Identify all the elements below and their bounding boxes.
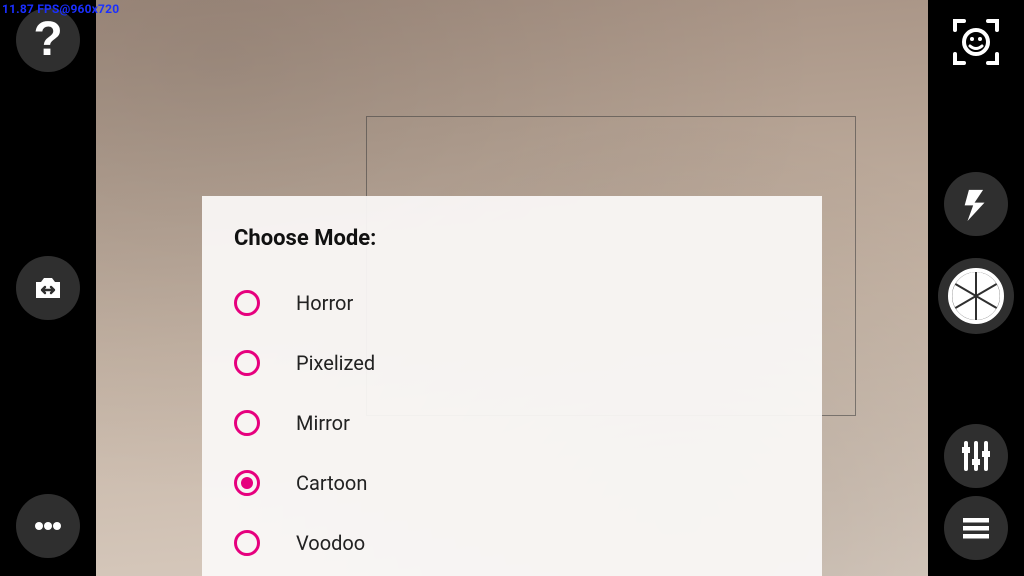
menu-icon: [958, 510, 994, 546]
sheet-title: Choose Mode:: [234, 226, 790, 251]
svg-text:?: ?: [33, 16, 62, 64]
mode-option-label: Pixelized: [296, 351, 375, 375]
mode-option[interactable]: Pixelized: [234, 333, 790, 393]
radio-icon: [234, 530, 260, 556]
debug-fps-text: 11.87 FPS@960x720: [2, 2, 119, 16]
face-detect-button[interactable]: [944, 10, 1008, 74]
switch-camera-icon: [28, 268, 68, 308]
help-button[interactable]: ?: [16, 8, 80, 72]
radio-icon: [234, 350, 260, 376]
sliders-icon: [957, 437, 995, 475]
mode-list: Horror Pixelized Mirror Cartoon Voodoo: [234, 273, 790, 573]
sliders-button[interactable]: [944, 424, 1008, 488]
radio-icon: [234, 470, 260, 496]
mode-option[interactable]: Horror: [234, 273, 790, 333]
face-detect-icon: [948, 14, 1004, 70]
mode-sheet: Choose Mode: Horror Pixelized Mirror Cartoo…: [202, 196, 822, 576]
switch-camera-button[interactable]: [16, 256, 80, 320]
mode-option[interactable]: Cartoon: [234, 453, 790, 513]
sidebar-left: ?: [0, 0, 96, 576]
mode-option[interactable]: Voodoo: [234, 513, 790, 573]
app-root: 11.87 FPS@960x720 ?: [0, 0, 1024, 576]
shutter-button[interactable]: [938, 258, 1014, 334]
mode-option-label: Cartoon: [296, 471, 367, 495]
mode-option-label: Voodoo: [296, 531, 365, 555]
help-icon: ?: [30, 16, 66, 64]
mode-option[interactable]: Mirror: [234, 393, 790, 453]
mode-option-label: Mirror: [296, 411, 350, 435]
shutter-icon: [948, 268, 1004, 324]
radio-icon: [234, 290, 260, 316]
mode-option-label: Horror: [296, 291, 353, 315]
sidebar-right: [928, 0, 1024, 576]
camera-viewfinder: Choose Mode: Horror Pixelized Mirror Cartoo…: [96, 0, 928, 576]
radio-icon: [234, 410, 260, 436]
flash-icon: [959, 187, 993, 221]
more-icon: [28, 506, 68, 546]
menu-button[interactable]: [944, 496, 1008, 560]
more-button[interactable]: [16, 494, 80, 558]
flash-button[interactable]: [944, 172, 1008, 236]
